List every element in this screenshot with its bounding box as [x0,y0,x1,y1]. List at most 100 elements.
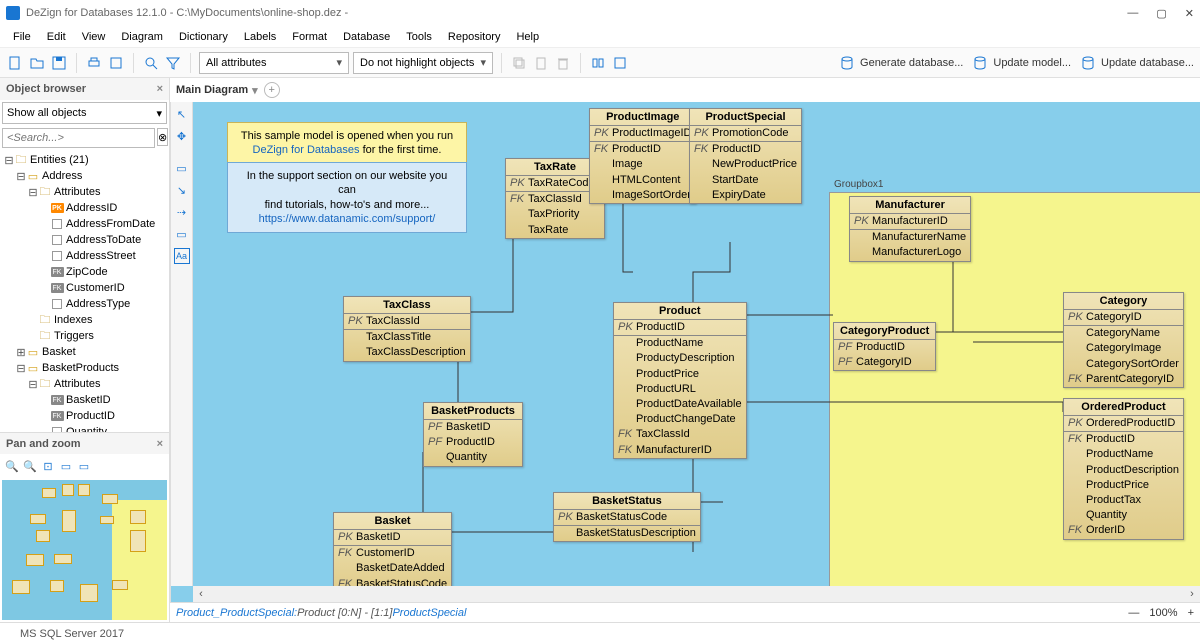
generate-database-button[interactable]: Generate database... [838,54,963,72]
tree-item[interactable]: ⊟🗀Attributes [0,376,169,392]
menu-file[interactable]: File [6,29,38,45]
menu-view[interactable]: View [75,29,113,45]
maximize-button[interactable]: ▢ [1156,7,1166,20]
text-tool-icon[interactable]: Aa [174,248,190,264]
entity-tree[interactable]: ⊟🗀Entities (21)⊟▭Address⊟🗀AttributesPKAd… [0,150,169,432]
entity-manufacturer[interactable]: ManufacturerPKManufacturerIDManufacturer… [849,196,971,262]
tree-item[interactable]: ⊟▭Address [0,168,169,184]
zoom-out-button[interactable]: — [1128,607,1139,619]
tree-item[interactable]: 🗀Indexes [0,312,169,328]
menu-format[interactable]: Format [285,29,334,45]
statusbar: Product_ProductSpecial: Product [0:N] - … [170,602,1200,622]
diagram-tabbar: Main Diagram ▾ + [170,78,1200,102]
search-input[interactable] [2,128,155,148]
zoom-region-icon[interactable]: ▭ [76,458,92,474]
tree-item[interactable]: PKAddressID [0,200,169,216]
note-tool-icon[interactable]: ▭ [174,226,190,242]
print-icon[interactable] [85,54,103,72]
tree-item[interactable]: 🗀Triggers [0,328,169,344]
entity-category[interactable]: CategoryPKCategoryIDCategoryNameCategory… [1063,292,1184,388]
entity-taxclass[interactable]: TaxClassPKTaxClassIdTaxClassTitleTaxClas… [343,296,471,362]
note-support-link[interactable]: https://www.datanamic.com/support/ [259,213,436,225]
pan-zoom-header: Pan and zoom × [0,432,169,454]
entity-product[interactable]: ProductPKProductIDProductNameProductyDes… [613,302,747,459]
pointer-tool-icon[interactable]: ↖ [174,106,190,122]
tree-item[interactable]: ⊞▭Basket [0,344,169,360]
menu-diagram[interactable]: Diagram [114,29,170,45]
menu-tools[interactable]: Tools [399,29,439,45]
highlight-combo[interactable]: Do not highlight objects ▾ [353,52,493,74]
relationship-tool-icon[interactable]: ↘ [174,182,190,198]
tab-main-diagram[interactable]: Main Diagram ▾ [176,84,258,97]
new-icon[interactable] [6,54,24,72]
align-icon[interactable] [589,54,607,72]
paste-icon[interactable] [532,54,550,72]
note-support[interactable]: In the support section on our website yo… [227,162,467,233]
note-sample[interactable]: This sample model is opened when you run… [227,122,467,165]
entity-tool-icon[interactable]: ▭ [174,160,190,176]
tree-item[interactable]: FKCustomerID [0,280,169,296]
update-database-button[interactable]: Update database... [1079,54,1194,72]
menu-dictionary[interactable]: Dictionary [172,29,235,45]
titlebar: DeZign for Databases 12.1.0 - C:\MyDocum… [0,0,1200,26]
filter-icon[interactable] [164,54,182,72]
scroll-right-icon[interactable]: › [1184,588,1200,600]
scroll-left-icon[interactable]: ‹ [193,588,209,600]
tree-item[interactable]: FKZipCode [0,264,169,280]
show-objects-combo[interactable]: Show all objects ▾ [2,102,167,124]
layout-icon[interactable] [611,54,629,72]
menu-labels[interactable]: Labels [237,29,283,45]
object-browser-header: Object browser × [0,78,169,100]
zoom-100-icon[interactable]: ▭ [58,458,74,474]
entity-categoryproduct[interactable]: CategoryProductPFProductIDPFCategoryID [833,322,936,371]
delete-icon[interactable] [554,54,572,72]
save-icon[interactable] [50,54,68,72]
zoom-fit-icon[interactable]: ⊡ [40,458,56,474]
minimap[interactable] [2,480,167,620]
entity-productspecial[interactable]: ProductSpecialPKPromotionCodeFKProductID… [689,108,802,204]
tree-item[interactable]: AddressToDate [0,232,169,248]
attributes-combo[interactable]: All attributes ▾ [199,52,349,74]
entity-productimage[interactable]: ProductImagePKProductImageIDFKProductIDI… [589,108,696,204]
entity-basketstatus[interactable]: BasketStatusPKBasketStatusCodeBasketStat… [553,492,701,542]
open-icon[interactable] [28,54,46,72]
note-link[interactable]: DeZign for Databases [253,144,360,156]
entity-basketproducts[interactable]: BasketProductsPFBasketIDPFProductIDQuant… [423,402,523,467]
print-preview-icon[interactable] [107,54,125,72]
menu-database[interactable]: Database [336,29,397,45]
horizontal-scrollbar[interactable]: ‹ › [193,586,1200,602]
tree-item[interactable]: FKProductID [0,408,169,424]
entity-orderedproduct[interactable]: OrderedProductPKOrderedProductIDFKProduc… [1063,398,1184,540]
panel-close-icon[interactable]: × [157,438,163,450]
tree-item[interactable]: ⊟▭BasketProducts [0,360,169,376]
add-tab-button[interactable]: + [264,82,280,98]
tree-item[interactable]: ⊟🗀Entities (21) [0,152,169,168]
diagram-canvas[interactable]: Groupbox1 This sample model is opened wh… [193,102,1200,586]
tree-item[interactable]: ⊟🗀Attributes [0,184,169,200]
tree-item[interactable]: FKBasketID [0,392,169,408]
search-icon[interactable] [142,54,160,72]
entity-basket[interactable]: BasketPKBasketIDFKCustomerIDBasketDateAd… [333,512,452,593]
minimize-button[interactable]: — [1127,7,1138,20]
tree-item[interactable]: AddressFromDate [0,216,169,232]
zoom-in-button[interactable]: + [1188,607,1194,619]
menu-edit[interactable]: Edit [40,29,73,45]
zoom-out-icon[interactable]: 🔍 [22,458,38,474]
copy-icon[interactable] [510,54,528,72]
panel-close-icon[interactable]: × [157,83,163,95]
close-button[interactable]: ✕ [1185,7,1194,20]
footerbar: MS SQL Server 2017 [0,622,1200,644]
update-model-button[interactable]: Update model... [971,54,1071,72]
zoom-in-icon[interactable]: 🔍 [4,458,20,474]
link-tool-icon[interactable]: ⇢ [174,204,190,220]
move-tool-icon[interactable]: ✥ [174,128,190,144]
menu-help[interactable]: Help [509,29,546,45]
chevron-down-icon: ▾ [336,56,342,69]
tree-item[interactable]: Quantity [0,424,169,432]
tree-item[interactable]: AddressType [0,296,169,312]
window-title: DeZign for Databases 12.1.0 - C:\MyDocum… [26,7,1127,19]
clear-search-icon[interactable]: ⊗ [157,128,168,146]
attributes-combo-value: All attributes [206,57,267,69]
tree-item[interactable]: AddressStreet [0,248,169,264]
menu-repository[interactable]: Repository [441,29,508,45]
